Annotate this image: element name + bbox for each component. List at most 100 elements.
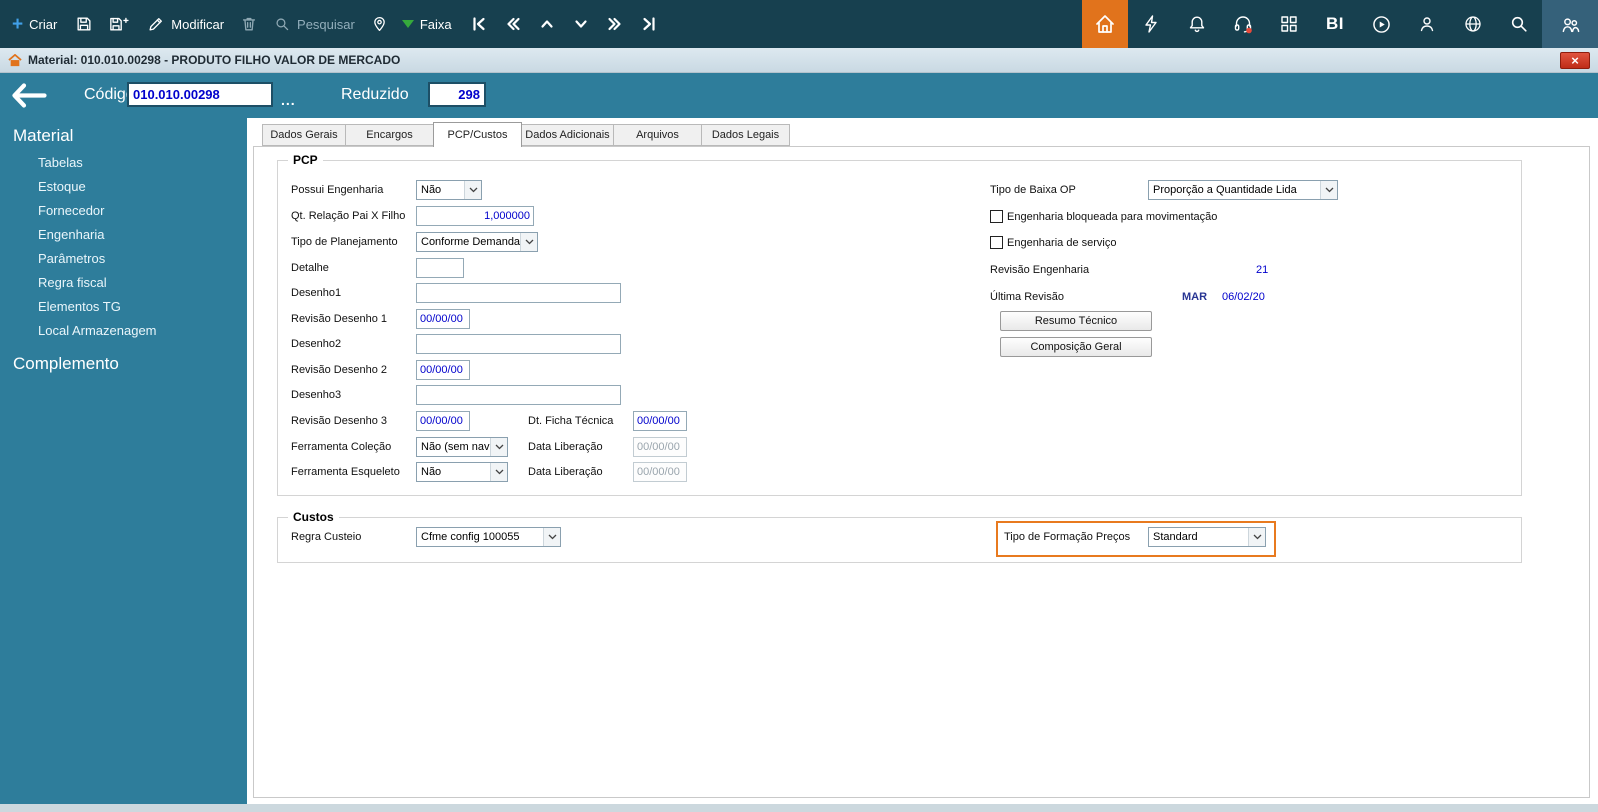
reduzido-label: Reduzido	[341, 86, 409, 103]
delete-button[interactable]	[240, 15, 258, 33]
dt-ficha-tecnica-label: Dt. Ficha Técnica	[528, 415, 614, 427]
nav-next-icon	[608, 17, 621, 31]
web-button[interactable]	[1450, 0, 1496, 48]
quick-actions-button[interactable]	[1128, 0, 1174, 48]
desenho2-input[interactable]	[416, 334, 621, 354]
close-icon: ×	[1571, 53, 1579, 68]
nav-next-button[interactable]	[598, 15, 632, 33]
profile-button[interactable]	[1542, 0, 1598, 48]
tab-arquivos[interactable]: Arquivos	[613, 124, 702, 146]
desenho3-input[interactable]	[416, 385, 621, 405]
plus-icon: +	[12, 13, 24, 35]
possui-engenharia-combo[interactable]: Não	[416, 180, 482, 200]
bi-button[interactable]: BI	[1312, 0, 1358, 48]
custos-groupbox-legend: Custos	[288, 510, 339, 524]
detalhe-input[interactable]	[416, 258, 464, 278]
revisao-desenho2-input[interactable]	[416, 360, 470, 380]
pesquisar-label: Pesquisar	[297, 16, 355, 32]
bell-icon	[1189, 16, 1205, 33]
more-button[interactable]: ...	[281, 92, 296, 108]
combo-value: Não	[421, 466, 442, 478]
possui-engenharia-label: Possui Engenharia	[291, 184, 384, 196]
record-header: Código ... Reduzido	[0, 73, 1598, 118]
sidebar-item-tabelas[interactable]: Tabelas	[38, 155, 83, 170]
support-button[interactable]	[1220, 0, 1266, 48]
resumo-tecnico-button[interactable]: Resumo Técnico	[1000, 311, 1152, 331]
sidebar-section-material[interactable]: Material	[13, 126, 73, 146]
nav-up-button[interactable]	[530, 15, 564, 33]
contacts-button[interactable]	[1404, 0, 1450, 48]
save-new-button[interactable]	[108, 15, 129, 33]
sidebar-item-regra-fiscal[interactable]: Regra fiscal	[38, 275, 107, 290]
tab-pcp-custos[interactable]: PCP/Custos	[433, 122, 522, 147]
desenho3-label: Desenho3	[291, 389, 342, 401]
search-icon	[1511, 16, 1527, 32]
revisao-desenho1-input[interactable]	[416, 309, 470, 329]
sidebar-item-engenharia[interactable]: Engenharia	[38, 227, 105, 242]
engenharia-servico-checkbox[interactable]	[990, 236, 1003, 249]
nav-down-button[interactable]	[564, 15, 598, 33]
ferramenta-esqueleto-combo[interactable]: Não	[416, 462, 508, 482]
location-pin-icon	[374, 16, 385, 32]
faixa-button[interactable]: Faixa	[401, 17, 452, 32]
ferramenta-esqueleto-label: Ferramenta Esqueleto	[291, 466, 400, 478]
back-button[interactable]	[10, 81, 47, 115]
save-button[interactable]	[75, 15, 93, 33]
modificar-button[interactable]: Modificar	[147, 15, 224, 33]
tab-dados-gerais[interactable]: Dados Gerais	[262, 124, 346, 146]
sidebar-item-fornecedor[interactable]: Fornecedor	[38, 203, 104, 218]
combo-value: Cfme config 100055	[421, 531, 520, 543]
revisao-desenho3-input[interactable]	[416, 411, 470, 431]
ferramenta-colecao-combo[interactable]: Não (sem nava	[416, 437, 508, 457]
close-button[interactable]: ×	[1560, 52, 1590, 69]
toolbar-right-group: BI	[1082, 0, 1598, 48]
global-search-button[interactable]	[1496, 0, 1542, 48]
pesquisar-button[interactable]: Pesquisar	[274, 16, 355, 33]
tipo-formacao-precos-combo[interactable]: Standard	[1148, 527, 1266, 547]
tab-dados-adicionais[interactable]: Dados Adicionais	[521, 124, 614, 146]
nav-last-button[interactable]	[632, 15, 666, 33]
notifications-button[interactable]	[1174, 0, 1220, 48]
qt-relacao-input[interactable]	[416, 206, 534, 226]
window-title: Material: 010.010.00298 - PRODUTO FILHO …	[28, 53, 401, 67]
tab-encargos[interactable]: Encargos	[345, 124, 434, 146]
ultima-revisao-label: Última Revisão	[990, 291, 1064, 303]
dt-ficha-tecnica-input[interactable]	[633, 411, 687, 431]
users-icon	[1562, 17, 1579, 32]
combo-value: Proporção a Quantidade Lida	[1153, 184, 1297, 196]
lightning-icon	[1145, 15, 1157, 33]
media-button[interactable]	[1358, 0, 1404, 48]
chevron-down-icon	[490, 438, 507, 456]
nav-first-button[interactable]	[462, 15, 496, 33]
apps-button[interactable]	[1266, 0, 1312, 48]
tab-dados-legais[interactable]: Dados Legais	[701, 124, 790, 146]
desenho2-label: Desenho2	[291, 338, 342, 350]
top-toolbar: + Criar Modificar Pesquisar Faixa BI	[0, 0, 1598, 48]
nav-up-icon	[541, 20, 553, 28]
tipo-planejamento-combo[interactable]: Conforme Demanda	[416, 232, 538, 252]
engenharia-bloqueada-checkbox[interactable]	[990, 210, 1003, 223]
composicao-geral-button[interactable]: Composição Geral	[1000, 337, 1152, 357]
criar-button[interactable]: + Criar	[12, 15, 57, 34]
regra-custeio-combo[interactable]: Cfme config 100055	[416, 527, 561, 547]
regra-custeio-label: Regra Custeio	[291, 531, 362, 543]
codigo-input[interactable]	[127, 82, 273, 107]
sidebar-item-elementos-tg[interactable]: Elementos TG	[38, 299, 121, 314]
tipo-baixa-op-combo[interactable]: Proporção a Quantidade Lida	[1148, 180, 1338, 200]
location-button[interactable]	[371, 15, 388, 33]
sidebar-item-parametros[interactable]: Parâmetros	[38, 251, 105, 266]
reduzido-input[interactable]	[428, 82, 486, 107]
desenho1-label: Desenho1	[291, 287, 342, 299]
nav-prev-button[interactable]	[496, 15, 530, 33]
sidebar-item-local-armazenagem[interactable]: Local Armazenagem	[38, 323, 157, 338]
nav-last-icon	[643, 17, 655, 31]
modificar-label: Modificar	[171, 16, 225, 32]
bottom-strip	[0, 804, 1598, 812]
data-liberacao2-label: Data Liberação	[528, 466, 603, 478]
material-window-icon	[8, 53, 22, 66]
sidebar-item-estoque[interactable]: Estoque	[38, 179, 86, 194]
sidebar-section-complemento[interactable]: Complemento	[13, 354, 119, 374]
home-button[interactable]	[1082, 0, 1128, 48]
desenho1-input[interactable]	[416, 283, 621, 303]
chevron-down-icon	[464, 181, 481, 199]
